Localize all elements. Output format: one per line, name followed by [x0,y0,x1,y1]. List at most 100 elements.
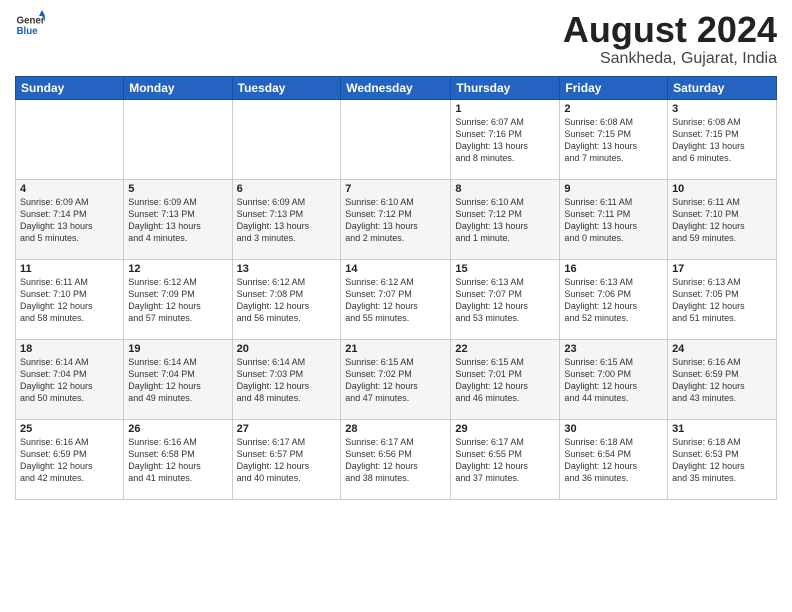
day-info: Sunrise: 6:14 AM Sunset: 7:03 PM Dayligh… [237,356,337,405]
day-number: 2 [564,103,663,115]
header-row: Sunday Monday Tuesday Wednesday Thursday… [16,76,777,99]
day-cell: 10Sunrise: 6:11 AM Sunset: 7:10 PM Dayli… [668,179,777,259]
day-number: 5 [128,183,227,195]
day-info: Sunrise: 6:12 AM Sunset: 7:07 PM Dayligh… [345,276,446,325]
day-cell: 14Sunrise: 6:12 AM Sunset: 7:07 PM Dayli… [341,259,451,339]
day-cell: 27Sunrise: 6:17 AM Sunset: 6:57 PM Dayli… [232,419,341,499]
day-cell: 29Sunrise: 6:17 AM Sunset: 6:55 PM Dayli… [451,419,560,499]
day-cell: 1Sunrise: 6:07 AM Sunset: 7:16 PM Daylig… [451,99,560,179]
day-cell: 13Sunrise: 6:12 AM Sunset: 7:08 PM Dayli… [232,259,341,339]
logo-icon: General Blue [15,10,45,40]
day-cell: 31Sunrise: 6:18 AM Sunset: 6:53 PM Dayli… [668,419,777,499]
day-number: 20 [237,343,337,355]
day-info: Sunrise: 6:16 AM Sunset: 6:59 PM Dayligh… [672,356,772,405]
day-number: 25 [20,423,119,435]
day-info: Sunrise: 6:14 AM Sunset: 7:04 PM Dayligh… [20,356,119,405]
day-number: 18 [20,343,119,355]
day-number: 1 [455,103,555,115]
day-number: 29 [455,423,555,435]
day-number: 13 [237,263,337,275]
day-cell: 8Sunrise: 6:10 AM Sunset: 7:12 PM Daylig… [451,179,560,259]
day-cell: 5Sunrise: 6:09 AM Sunset: 7:13 PM Daylig… [124,179,232,259]
day-cell: 3Sunrise: 6:08 AM Sunset: 7:15 PM Daylig… [668,99,777,179]
day-number: 24 [672,343,772,355]
day-info: Sunrise: 6:17 AM Sunset: 6:57 PM Dayligh… [237,436,337,485]
day-number: 27 [237,423,337,435]
day-info: Sunrise: 6:17 AM Sunset: 6:56 PM Dayligh… [345,436,446,485]
day-number: 22 [455,343,555,355]
col-saturday: Saturday [668,76,777,99]
day-number: 28 [345,423,446,435]
day-info: Sunrise: 6:11 AM Sunset: 7:11 PM Dayligh… [564,196,663,245]
day-number: 16 [564,263,663,275]
week-row-3: 18Sunrise: 6:14 AM Sunset: 7:04 PM Dayli… [16,339,777,419]
day-cell: 19Sunrise: 6:14 AM Sunset: 7:04 PM Dayli… [124,339,232,419]
col-thursday: Thursday [451,76,560,99]
day-info: Sunrise: 6:17 AM Sunset: 6:55 PM Dayligh… [455,436,555,485]
week-row-0: 1Sunrise: 6:07 AM Sunset: 7:16 PM Daylig… [16,99,777,179]
day-info: Sunrise: 6:09 AM Sunset: 7:13 PM Dayligh… [128,196,227,245]
day-cell: 16Sunrise: 6:13 AM Sunset: 7:06 PM Dayli… [560,259,668,339]
day-cell: 2Sunrise: 6:08 AM Sunset: 7:15 PM Daylig… [560,99,668,179]
day-number: 15 [455,263,555,275]
day-info: Sunrise: 6:12 AM Sunset: 7:09 PM Dayligh… [128,276,227,325]
day-info: Sunrise: 6:16 AM Sunset: 6:59 PM Dayligh… [20,436,119,485]
day-cell: 17Sunrise: 6:13 AM Sunset: 7:05 PM Dayli… [668,259,777,339]
week-row-1: 4Sunrise: 6:09 AM Sunset: 7:14 PM Daylig… [16,179,777,259]
calendar-title: August 2024 [563,10,777,50]
day-cell: 28Sunrise: 6:17 AM Sunset: 6:56 PM Dayli… [341,419,451,499]
svg-text:Blue: Blue [17,26,39,37]
day-number: 6 [237,183,337,195]
header: General Blue August 2024 Sankheda, Gujar… [15,10,777,68]
day-number: 10 [672,183,772,195]
day-cell [341,99,451,179]
day-info: Sunrise: 6:13 AM Sunset: 7:06 PM Dayligh… [564,276,663,325]
day-info: Sunrise: 6:09 AM Sunset: 7:14 PM Dayligh… [20,196,119,245]
day-cell [16,99,124,179]
page: General Blue August 2024 Sankheda, Gujar… [0,0,792,612]
day-info: Sunrise: 6:08 AM Sunset: 7:15 PM Dayligh… [672,116,772,165]
day-number: 7 [345,183,446,195]
day-cell: 22Sunrise: 6:15 AM Sunset: 7:01 PM Dayli… [451,339,560,419]
day-info: Sunrise: 6:07 AM Sunset: 7:16 PM Dayligh… [455,116,555,165]
col-tuesday: Tuesday [232,76,341,99]
day-info: Sunrise: 6:12 AM Sunset: 7:08 PM Dayligh… [237,276,337,325]
day-cell [124,99,232,179]
day-info: Sunrise: 6:18 AM Sunset: 6:53 PM Dayligh… [672,436,772,485]
day-number: 19 [128,343,227,355]
day-info: Sunrise: 6:13 AM Sunset: 7:05 PM Dayligh… [672,276,772,325]
day-cell: 18Sunrise: 6:14 AM Sunset: 7:04 PM Dayli… [16,339,124,419]
day-cell: 20Sunrise: 6:14 AM Sunset: 7:03 PM Dayli… [232,339,341,419]
day-number: 3 [672,103,772,115]
day-cell [232,99,341,179]
day-cell: 21Sunrise: 6:15 AM Sunset: 7:02 PM Dayli… [341,339,451,419]
day-number: 31 [672,423,772,435]
week-row-4: 25Sunrise: 6:16 AM Sunset: 6:59 PM Dayli… [16,419,777,499]
week-row-2: 11Sunrise: 6:11 AM Sunset: 7:10 PM Dayli… [16,259,777,339]
day-info: Sunrise: 6:13 AM Sunset: 7:07 PM Dayligh… [455,276,555,325]
day-cell: 4Sunrise: 6:09 AM Sunset: 7:14 PM Daylig… [16,179,124,259]
day-number: 21 [345,343,446,355]
day-cell: 26Sunrise: 6:16 AM Sunset: 6:58 PM Dayli… [124,419,232,499]
day-number: 12 [128,263,227,275]
day-info: Sunrise: 6:10 AM Sunset: 7:12 PM Dayligh… [455,196,555,245]
day-number: 26 [128,423,227,435]
day-number: 11 [20,263,119,275]
day-number: 17 [672,263,772,275]
day-cell: 11Sunrise: 6:11 AM Sunset: 7:10 PM Dayli… [16,259,124,339]
day-info: Sunrise: 6:15 AM Sunset: 7:01 PM Dayligh… [455,356,555,405]
col-wednesday: Wednesday [341,76,451,99]
day-cell: 15Sunrise: 6:13 AM Sunset: 7:07 PM Dayli… [451,259,560,339]
col-sunday: Sunday [16,76,124,99]
day-number: 23 [564,343,663,355]
svg-text:General: General [17,16,46,27]
title-block: August 2024 Sankheda, Gujarat, India [563,10,777,68]
day-number: 9 [564,183,663,195]
day-cell: 25Sunrise: 6:16 AM Sunset: 6:59 PM Dayli… [16,419,124,499]
calendar-table: Sunday Monday Tuesday Wednesday Thursday… [15,76,777,500]
day-cell: 6Sunrise: 6:09 AM Sunset: 7:13 PM Daylig… [232,179,341,259]
col-monday: Monday [124,76,232,99]
day-info: Sunrise: 6:08 AM Sunset: 7:15 PM Dayligh… [564,116,663,165]
day-cell: 7Sunrise: 6:10 AM Sunset: 7:12 PM Daylig… [341,179,451,259]
day-info: Sunrise: 6:16 AM Sunset: 6:58 PM Dayligh… [128,436,227,485]
